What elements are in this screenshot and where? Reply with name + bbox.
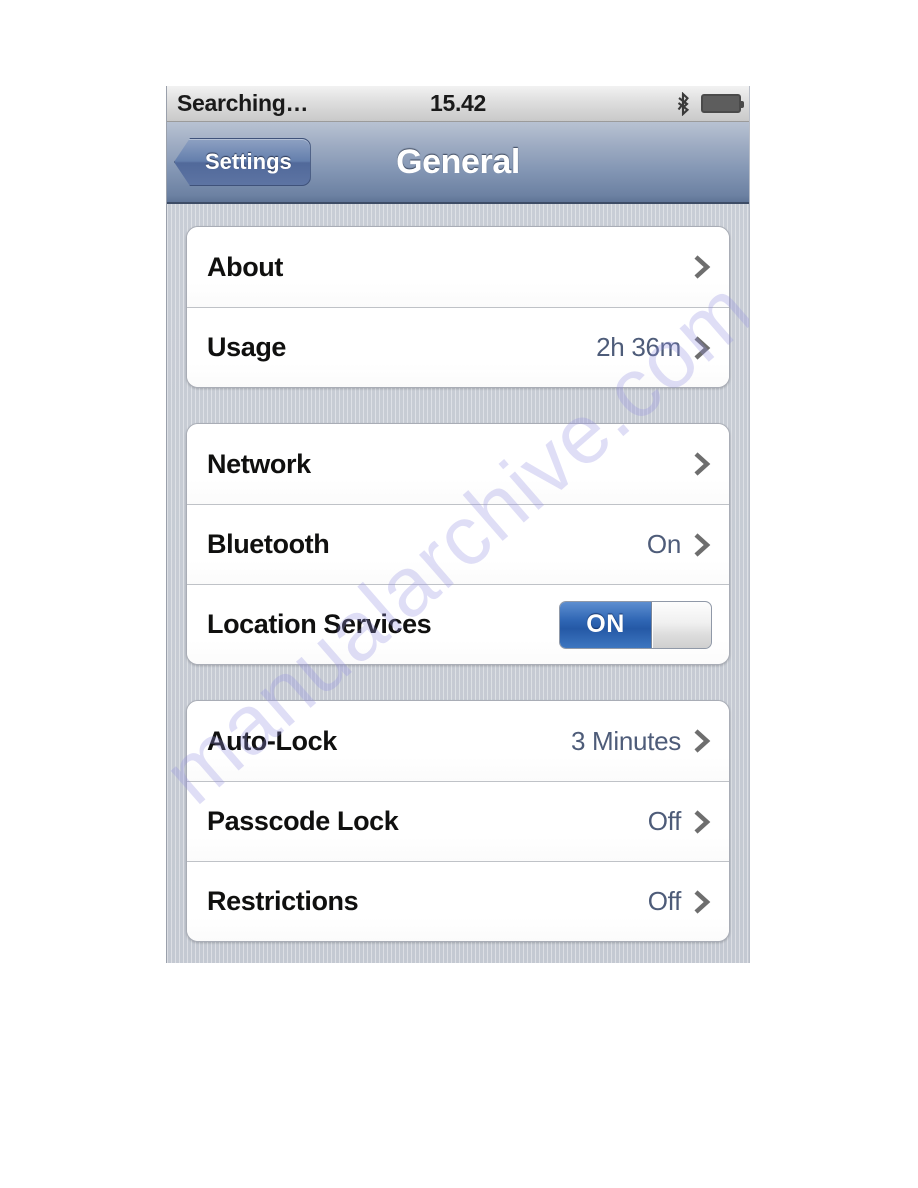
row-detail-value: Off xyxy=(647,886,682,916)
chevron-right-icon xyxy=(694,532,711,557)
row-label: Usage xyxy=(207,332,287,362)
chevron-right-icon xyxy=(694,889,711,914)
row-label: About xyxy=(207,251,283,282)
chevron-right-icon xyxy=(694,809,711,834)
settings-row-auto-lock[interactable]: Auto-Lock 3 Minutes xyxy=(187,701,729,781)
row-accessory: 2h 36m xyxy=(596,332,712,363)
row-detail-value: 2h 36m xyxy=(596,332,681,362)
row-detail-value: Off xyxy=(647,806,682,836)
chevron-right-icon xyxy=(694,452,711,476)
carrier-status-text: Searching… xyxy=(177,90,309,116)
row-accessory xyxy=(692,449,712,479)
settings-row-location-services[interactable]: Location Services ON xyxy=(187,584,729,664)
back-button-label: Settings xyxy=(205,149,292,174)
status-bar: Searching… 15.42 xyxy=(167,86,749,122)
chevron-right-icon xyxy=(694,729,711,753)
settings-row-usage[interactable]: Usage 2h 36m xyxy=(187,307,729,387)
row-accessory: ON xyxy=(559,600,712,649)
settings-row-passcode-lock[interactable]: Passcode Lock Off xyxy=(187,781,729,861)
page-root: Searching… 15.42 Settings General About … xyxy=(0,0,918,1188)
row-label: Network xyxy=(207,448,311,479)
phone-screen: Searching… 15.42 Settings General About … xyxy=(166,86,750,963)
row-label: Auto-Lock xyxy=(207,725,337,756)
back-button-settings[interactable]: Settings xyxy=(174,138,311,186)
bluetooth-icon xyxy=(674,91,692,116)
row-accessory: Off xyxy=(648,806,712,837)
settings-row-restrictions[interactable]: Restrictions Off xyxy=(187,861,729,941)
toggle-state-label: ON xyxy=(586,610,625,638)
row-label: Bluetooth xyxy=(207,529,330,559)
row-label: Restrictions xyxy=(207,886,359,916)
toggle-on-track: ON xyxy=(560,601,652,648)
row-detail-value: On xyxy=(646,529,681,559)
settings-list: About Usage 2h 36m Network Bluetooth On … xyxy=(167,204,749,942)
status-bar-indicators xyxy=(674,91,744,116)
row-label: Location Services xyxy=(207,609,432,639)
settings-row-network[interactable]: Network xyxy=(187,424,729,504)
battery-icon xyxy=(701,94,744,113)
chevron-right-icon xyxy=(694,255,711,279)
row-accessory: Off xyxy=(648,886,712,917)
settings-group: Network Bluetooth On Location Services O… xyxy=(186,423,730,665)
settings-row-about[interactable]: About xyxy=(187,227,729,307)
chevron-right-icon xyxy=(694,335,711,360)
row-accessory xyxy=(692,252,712,282)
navigation-bar: Settings General xyxy=(167,122,749,204)
row-accessory: On xyxy=(647,529,712,560)
toggle-knob xyxy=(652,601,711,648)
row-accessory: 3 Minutes xyxy=(571,726,712,757)
settings-group: Auto-Lock 3 Minutes Passcode Lock Off Re… xyxy=(186,700,730,942)
settings-row-bluetooth[interactable]: Bluetooth On xyxy=(187,504,729,584)
row-label: Passcode Lock xyxy=(207,806,399,836)
location-services-toggle[interactable]: ON xyxy=(559,600,712,649)
row-detail-value: 3 Minutes xyxy=(570,725,681,756)
settings-group: About Usage 2h 36m xyxy=(186,226,730,388)
